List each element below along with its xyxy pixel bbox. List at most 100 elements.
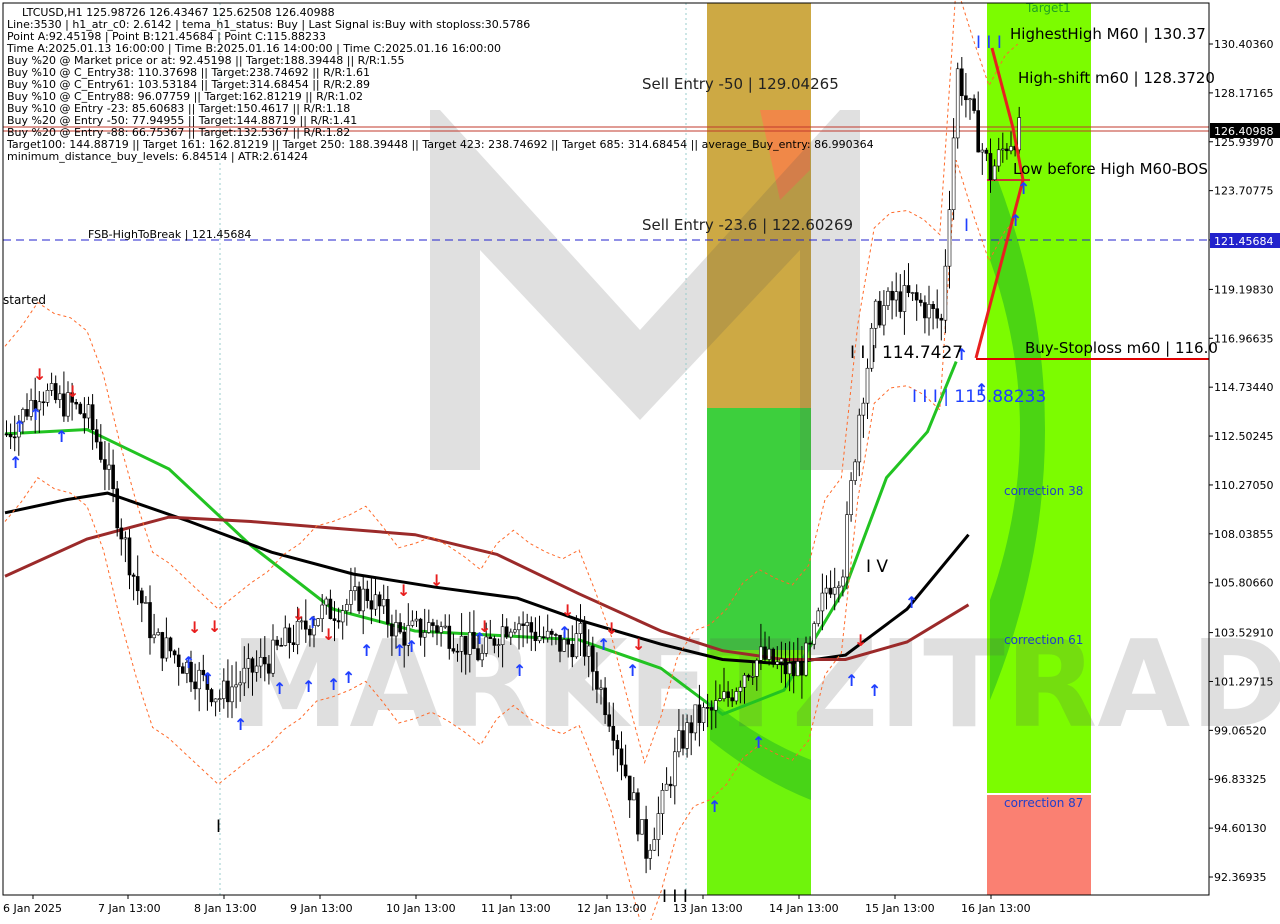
candle-body — [882, 305, 886, 326]
candle-body — [795, 661, 800, 677]
candle-body — [127, 537, 132, 576]
buy-arrow: ↑ — [327, 675, 340, 694]
price-chart[interactable]: MARKETZITRADE ↑ ↑ ↑ ↑ ↓ ↓ ↑ ↑ ↑ ↓ ↓ ↑ ↑ … — [0, 0, 1280, 924]
candle-body — [57, 393, 62, 400]
candle-body — [119, 527, 124, 540]
time-tick-label: 11 Jan 13:00 — [481, 902, 551, 915]
candle-body — [381, 599, 386, 607]
candle-body — [193, 681, 197, 690]
buy-arrow: ↑ — [1017, 179, 1030, 198]
sell-arrow: ↓ — [478, 617, 491, 636]
buy-arrow: ↑ — [302, 677, 315, 696]
sell-arrow: ↓ — [605, 619, 618, 638]
price-tick-label: 116.96635 — [1214, 332, 1274, 345]
buy-arrow: ↑ — [342, 668, 355, 687]
candle-body — [135, 576, 140, 592]
buy-arrow: ↑ — [513, 661, 526, 680]
candle-body — [742, 675, 747, 688]
candle-body — [545, 630, 550, 639]
candle-body — [828, 587, 833, 595]
candle-body — [369, 600, 374, 610]
candle-body — [45, 390, 50, 403]
candle-body — [1005, 148, 1009, 152]
candle-body — [258, 656, 263, 667]
candle-body — [414, 618, 419, 622]
price-tick-label: 108.03855 — [1214, 528, 1274, 541]
candle-body — [410, 620, 415, 626]
candle-body — [738, 686, 743, 692]
candle-body — [677, 730, 681, 753]
candle-body — [599, 687, 603, 690]
candle-body — [459, 635, 464, 652]
candle-body — [144, 602, 148, 604]
sell-entry-50-label: Sell Entry -50 | 129.04265 — [642, 75, 839, 93]
candle-body — [783, 658, 788, 675]
candle-body — [685, 722, 689, 749]
candle-body — [964, 95, 968, 101]
candle-body — [722, 691, 726, 699]
candle-body — [664, 783, 669, 791]
buy-arrow: ↑ — [558, 623, 571, 642]
candle-body — [906, 285, 911, 294]
candle-body — [627, 775, 632, 801]
fsb-price-tag-text: 121.45684 — [1214, 235, 1274, 248]
time-tick-label: 9 Jan 13:00 — [290, 902, 353, 915]
sell-arrow: ↓ — [561, 601, 574, 620]
candle-body — [804, 642, 808, 676]
buy-arrow: ↑ — [29, 405, 42, 424]
candle-body — [570, 643, 575, 658]
candle-body — [927, 304, 931, 319]
buy-arrow: ↑ — [201, 669, 214, 688]
candle-body — [398, 622, 402, 633]
candle-body — [939, 317, 944, 321]
candle-body — [262, 656, 267, 665]
candle-body — [332, 618, 337, 621]
correction-87-label: correction 87 — [1004, 796, 1083, 810]
candle-body — [841, 576, 845, 587]
candle-body — [111, 464, 115, 490]
candle-body — [230, 686, 234, 703]
price-tick-label: 128.17165 — [1214, 87, 1274, 100]
candle-body — [426, 622, 431, 633]
candle-body — [886, 290, 890, 306]
time-tick-label: 16 Jan 13:00 — [961, 902, 1031, 915]
candle-body — [746, 675, 751, 678]
candle-body — [164, 637, 169, 659]
buy-arrow: ↑ — [405, 637, 418, 656]
candle-body — [648, 849, 653, 859]
candle-body — [12, 436, 17, 439]
started-label: started — [3, 293, 46, 307]
wave-iii-label: I I I | 115.88233 — [912, 387, 1046, 407]
candle-body — [340, 610, 345, 623]
buy-arrow: ↑ — [626, 661, 639, 680]
candle-body — [910, 292, 915, 294]
buy-arrow: ↑ — [273, 679, 286, 698]
price-tick-label: 112.50245 — [1214, 430, 1274, 443]
candle-body — [238, 682, 242, 686]
candle-body — [533, 631, 538, 642]
buy-arrow: ↑ — [306, 613, 319, 632]
candle-body — [693, 704, 698, 734]
price-tick-label: 92.36935 — [1214, 871, 1267, 884]
candle-body — [615, 740, 620, 750]
info-line: minimum_distance_buy_levels: 6.84514 | A… — [7, 150, 308, 163]
time-tick-label: 7 Jan 13:00 — [98, 902, 161, 915]
candle-body — [873, 300, 878, 329]
candle-body — [824, 587, 829, 594]
candle-body — [836, 585, 841, 588]
candle-body — [865, 367, 870, 404]
candle-body — [660, 789, 665, 814]
candle-body — [336, 620, 341, 623]
candle-body — [447, 625, 452, 649]
candle-body — [324, 598, 329, 606]
candle-body — [603, 687, 607, 716]
low-before-high-label: Low before High M60-BOS — [1013, 160, 1208, 178]
candle-body — [619, 748, 624, 766]
candle-body — [656, 813, 661, 840]
candle-body — [652, 839, 657, 851]
candle-body — [488, 636, 493, 639]
candle-body — [672, 751, 677, 787]
candle-body — [353, 586, 357, 592]
candle-body — [697, 704, 702, 723]
candle-body — [631, 792, 636, 801]
